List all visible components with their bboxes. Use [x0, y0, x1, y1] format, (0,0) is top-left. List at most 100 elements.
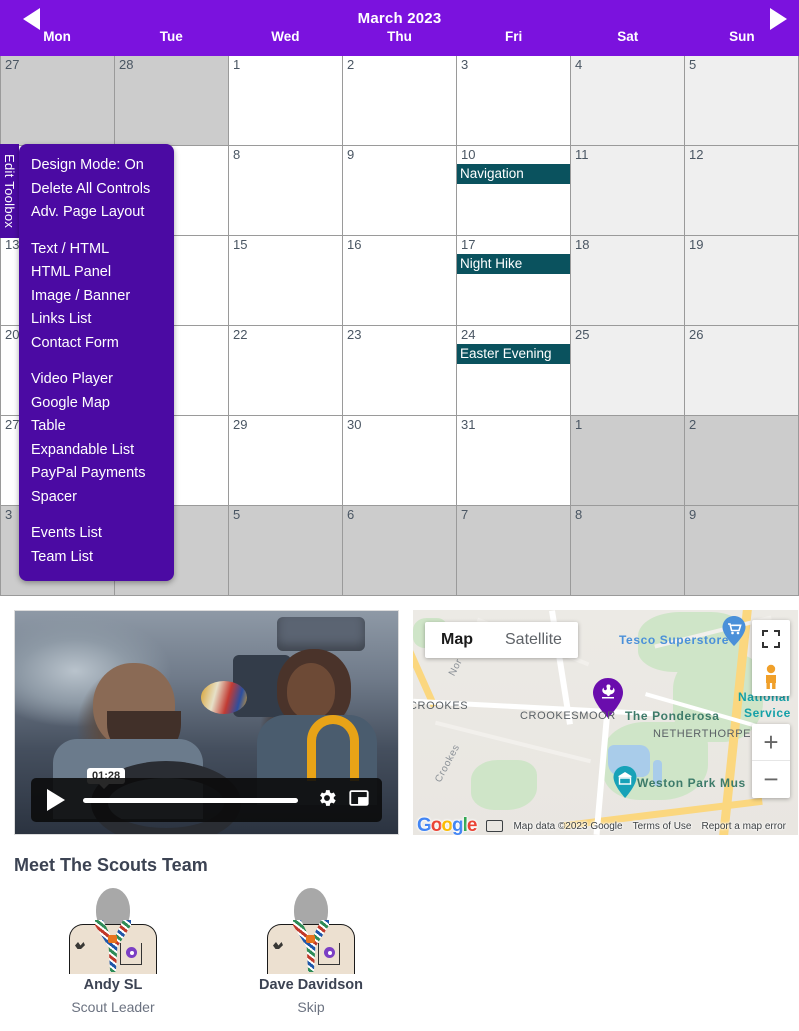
calendar-day-cell[interactable]: 8	[571, 506, 685, 596]
toolbox-item-events-list[interactable]: Events List	[19, 522, 174, 546]
toolbox-item-expandable-list[interactable]: Expandable List	[19, 439, 174, 463]
next-month-button[interactable]	[765, 8, 791, 30]
calendar-event[interactable]: Night Hike	[457, 254, 570, 274]
events-calendar: March 2023 Mon Tue Wed Thu Fri Sat Sun 27 28 1 2 3…	[0, 0, 799, 596]
passenger-scarf-shape	[307, 715, 359, 781]
google-map[interactable]: Tesco Superstore CROOKES CROOKESMOOR The…	[413, 610, 798, 835]
toolbox-item-google-map[interactable]: Google Map	[19, 392, 174, 416]
gear-icon[interactable]	[316, 787, 338, 814]
zoom-out-button[interactable]: −	[752, 761, 790, 798]
day-number: 5	[233, 507, 241, 522]
day-number: 28	[119, 57, 134, 72]
rear-mirror-shape	[277, 617, 365, 651]
calendar-day-cell[interactable]: 27	[1, 56, 115, 146]
map-type-satellite-button[interactable]: Satellite	[489, 622, 578, 658]
video-player[interactable]: 01:28	[14, 610, 399, 835]
calendar-day-cell[interactable]: 5	[685, 56, 799, 146]
play-icon[interactable]	[47, 789, 65, 811]
calendar-day-cell[interactable]: 11	[571, 146, 685, 236]
calendar-day-cell[interactable]: 8	[229, 146, 343, 236]
calendar-day-cell[interactable]: 2	[343, 56, 457, 146]
keyboard-shortcuts-icon[interactable]	[486, 820, 504, 832]
calendar-day-cell[interactable]: 17 Night Hike	[457, 236, 571, 326]
calendar-day-cell[interactable]: 30	[343, 416, 457, 506]
day-number: 22	[233, 327, 248, 342]
map-label: Service	[744, 706, 791, 720]
fullscreen-button[interactable]	[752, 620, 790, 658]
day-number: 23	[347, 327, 362, 342]
calendar-day-cell[interactable]: 9	[685, 506, 799, 596]
toolbox-item-spacer[interactable]: Spacer	[19, 486, 174, 510]
day-number: 4	[575, 57, 583, 72]
calendar-day-cell[interactable]: 22	[229, 326, 343, 416]
toolbox-item-delete-all-controls[interactable]: Delete All Controls	[19, 178, 174, 202]
edit-toolbox-panel: Design Mode: On Delete All Controls Adv. P…	[19, 144, 174, 581]
video-progress-slider[interactable]	[83, 797, 298, 803]
edit-toolbox-tab[interactable]: Edit Toolbox	[0, 144, 19, 238]
day-header-mon: Mon	[43, 29, 71, 44]
museum-marker-icon	[613, 766, 637, 798]
toolbox-group-separator	[19, 509, 174, 522]
calendar-day-cell[interactable]: 5	[229, 506, 343, 596]
calendar-day-cell[interactable]: 6	[343, 506, 457, 596]
terms-of-use-link[interactable]: Terms of Use	[633, 821, 692, 832]
day-number: 17	[461, 237, 476, 252]
ball-shape	[201, 681, 247, 714]
chevron-left-icon	[22, 8, 40, 30]
toolbox-item-design-mode-on[interactable]: Design Mode: On	[19, 154, 174, 178]
scout-badge-icon	[126, 947, 137, 958]
team-member: Dave Davidson Skip	[212, 888, 410, 1015]
day-number: 5	[689, 57, 697, 72]
calendar-day-cell[interactable]: 26	[685, 326, 799, 416]
calendar-day-cell[interactable]: 3	[457, 56, 571, 146]
calendar-day-cell[interactable]: 12	[685, 146, 799, 236]
calendar-day-cell[interactable]: 15	[229, 236, 343, 326]
calendar-day-cell[interactable]: 29	[229, 416, 343, 506]
calendar-day-cell[interactable]: 25	[571, 326, 685, 416]
prev-month-button[interactable]	[18, 8, 44, 30]
calendar-day-cell[interactable]: 4	[571, 56, 685, 146]
toolbox-item-video-player[interactable]: Video Player	[19, 368, 174, 392]
toolbox-item-image-banner[interactable]: Image / Banner	[19, 285, 174, 309]
map-zoom-controls: + −	[752, 724, 790, 798]
calendar-day-cell[interactable]: 16	[343, 236, 457, 326]
day-number: 26	[689, 327, 704, 342]
toolbox-item-links-list[interactable]: Links List	[19, 308, 174, 332]
toolbox-group-separator	[19, 355, 174, 368]
day-number: 7	[461, 507, 469, 522]
calendar-day-cell[interactable]: 9	[343, 146, 457, 236]
calendar-event[interactable]: Navigation	[457, 164, 570, 184]
street-view-pegman-button[interactable]	[752, 658, 790, 696]
day-header-fri: Fri	[505, 29, 523, 44]
toolbox-item-adv-page-layout[interactable]: Adv. Page Layout	[19, 201, 174, 225]
toolbox-item-team-list[interactable]: Team List	[19, 546, 174, 570]
miniplayer-icon[interactable]	[348, 787, 370, 814]
day-number: 25	[575, 327, 590, 342]
calendar-day-cell[interactable]: 23	[343, 326, 457, 416]
calendar-day-cell[interactable]: 19	[685, 236, 799, 326]
toolbox-item-table[interactable]: Table	[19, 415, 174, 439]
calendar-day-cell[interactable]: 1	[229, 56, 343, 146]
calendar-day-cell[interactable]: 2	[685, 416, 799, 506]
toolbox-item-html-panel[interactable]: HTML Panel	[19, 261, 174, 285]
calendar-day-cell[interactable]: 31	[457, 416, 571, 506]
toolbox-item-contact-form[interactable]: Contact Form	[19, 332, 174, 356]
toolbox-item-text-html[interactable]: Text / HTML	[19, 238, 174, 262]
calendar-header: March 2023 Mon Tue Wed Thu Fri Sat Sun	[0, 0, 799, 56]
calendar-day-cell[interactable]: 18	[571, 236, 685, 326]
calendar-day-cell[interactable]: 7	[457, 506, 571, 596]
calendar-event[interactable]: Easter Evening	[457, 344, 570, 364]
toolbox-group-separator	[19, 225, 174, 238]
park-area	[471, 760, 537, 810]
toolbox-item-paypal-payments[interactable]: PayPal Payments	[19, 462, 174, 486]
day-number: 29	[233, 417, 248, 432]
report-map-error-link[interactable]: Report a map error	[702, 821, 786, 832]
map-type-map-button[interactable]: Map	[425, 622, 489, 658]
calendar-day-cell[interactable]: 24 Easter Evening	[457, 326, 571, 416]
calendar-day-cell[interactable]: 10 Navigation	[457, 146, 571, 236]
day-number: 2	[347, 57, 355, 72]
zoom-in-button[interactable]: +	[752, 724, 790, 761]
calendar-day-cell[interactable]: 1	[571, 416, 685, 506]
calendar-day-cell[interactable]: 28	[115, 56, 229, 146]
map-data-attribution: Map data ©2023 Google	[513, 820, 623, 832]
